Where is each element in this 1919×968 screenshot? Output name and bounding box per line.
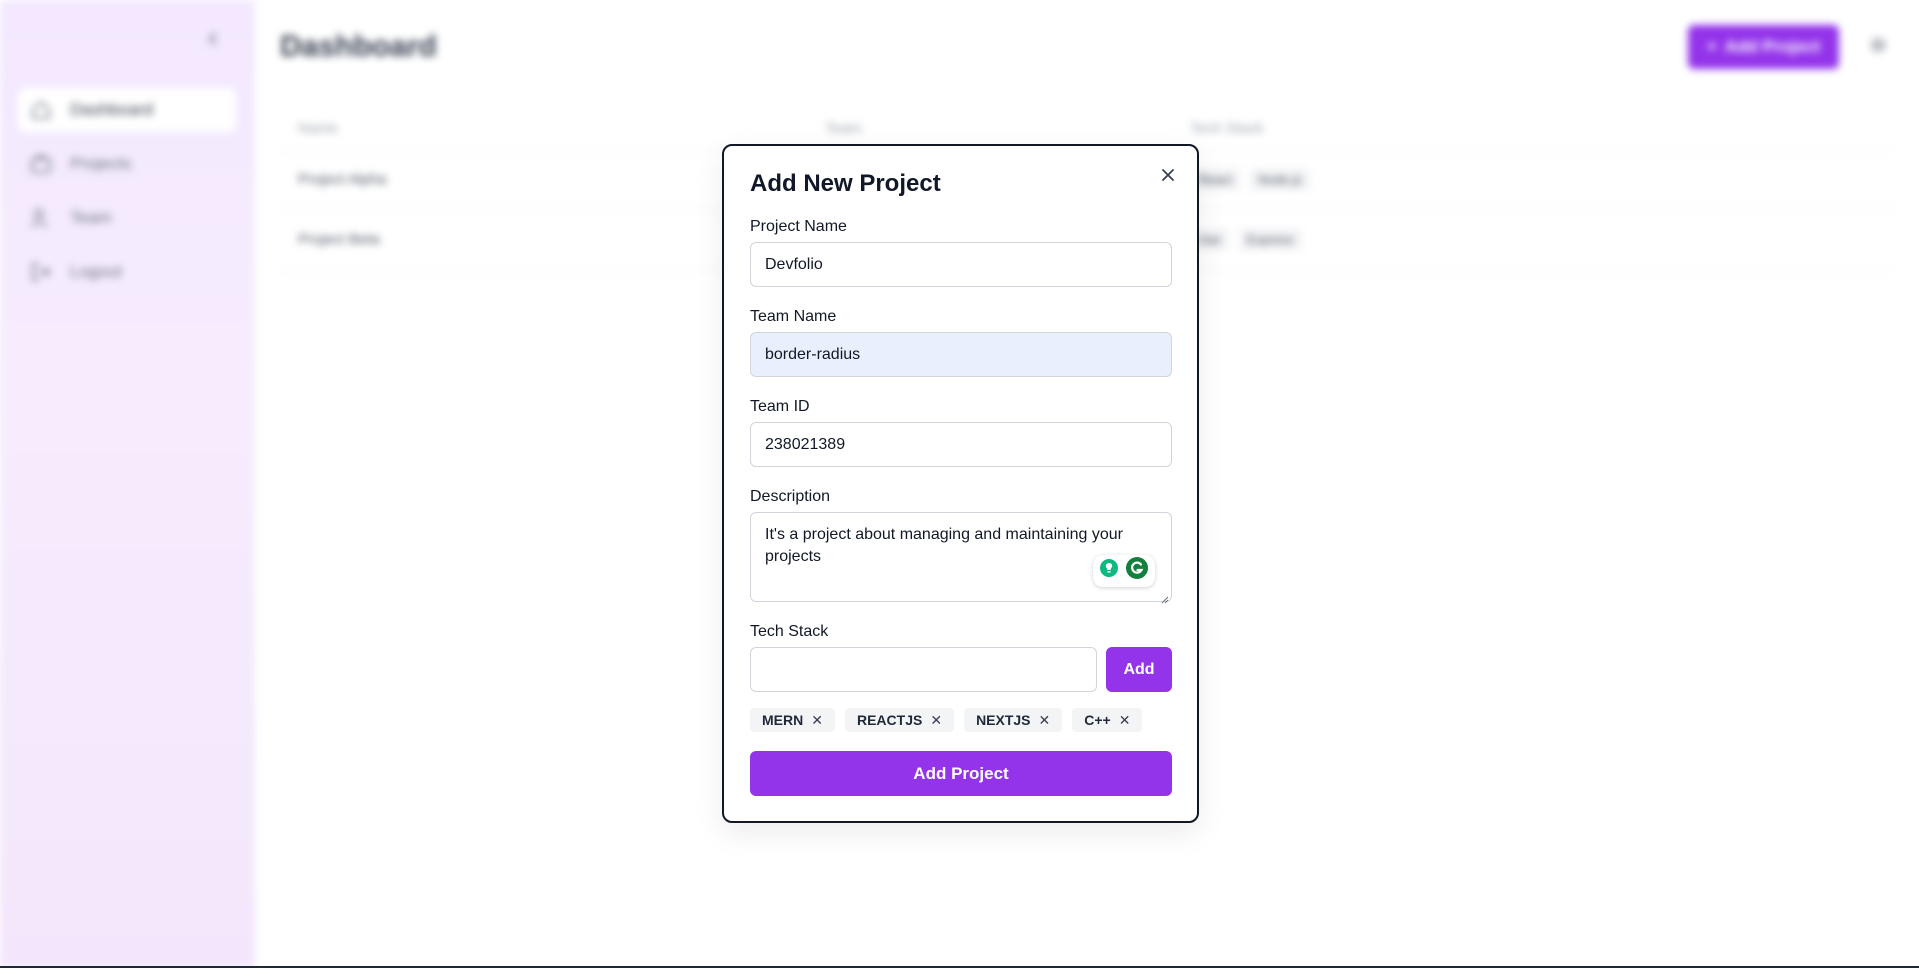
project-name-label: Project Name: [750, 218, 847, 235]
tech-chip-list: MERN ✕ REACTJS ✕ NEXTJS ✕ C++ ✕: [750, 708, 1143, 732]
tech-chip: REACTJS ✕: [844, 708, 955, 732]
remove-chip-icon[interactable]: ✕: [1119, 713, 1131, 727]
remove-chip-icon[interactable]: ✕: [811, 713, 823, 727]
add-project-button-label: Add Project: [1724, 37, 1821, 56]
home-icon: [28, 97, 54, 123]
team-id-field: Team ID 238021389: [750, 398, 1172, 467]
team-id-input[interactable]: 238021389: [750, 422, 1172, 467]
sidebar-item-projects[interactable]: Projects: [18, 142, 236, 186]
description-label: Description: [750, 488, 831, 505]
tech-chip: Node.js: [1249, 168, 1311, 191]
description-textarea[interactable]: It's a project about managing and mainta…: [750, 512, 1172, 604]
lightbulb-icon: [1099, 558, 1119, 585]
briefcase-icon: [28, 151, 54, 177]
plus-icon: +: [1706, 37, 1717, 56]
grammarly-icon: [1125, 556, 1149, 587]
tech-chip-label: NEXTJS: [976, 712, 1031, 728]
project-name-field: Project Name Devfolio: [750, 218, 1172, 287]
tech-stack-field: Tech Stack Add: [750, 623, 1172, 692]
description-field: Description It's a project about managin…: [750, 488, 1172, 604]
team-name-label: Team Name: [750, 308, 837, 325]
tech-stack-row: Add: [750, 647, 1172, 692]
column-header: Team: [825, 120, 862, 137]
modal-title: Add New Project: [750, 170, 941, 197]
sidebar-nav: Dashboard Projects Team Logout: [18, 88, 236, 304]
sidebar-item-label: Team: [70, 208, 112, 227]
add-tech-button[interactable]: Add: [1106, 647, 1172, 692]
sidebar-item-team[interactable]: Team: [18, 196, 236, 240]
sidebar-item-dashboard[interactable]: Dashboard: [18, 88, 236, 132]
tech-stack-input[interactable]: [750, 647, 1097, 692]
tech-chip: NEXTJS ✕: [964, 708, 1063, 732]
column-header: Name: [298, 120, 339, 137]
tech-stack-label: Tech Stack: [750, 623, 829, 640]
team-id-label: Team ID: [750, 398, 810, 415]
sidebar-item-logout[interactable]: Logout: [18, 250, 236, 294]
sidebar: Dashboard Projects Team Logout: [0, 0, 255, 968]
tech-cell: Vue Express: [1190, 228, 1894, 251]
page-title: Dashboard: [280, 30, 437, 63]
team-name-field: Team Name border-radius: [750, 308, 1172, 377]
tech-chip: MERN ✕: [750, 708, 835, 732]
add-project-modal: Add New Project Project Name Devfolio Te…: [722, 144, 1199, 823]
submit-add-project-button[interactable]: Add Project: [750, 751, 1172, 796]
column-header: Tech Stack: [1190, 120, 1264, 137]
remove-chip-icon[interactable]: ✕: [930, 713, 942, 727]
team-name-input[interactable]: border-radius: [750, 332, 1172, 377]
tech-chip-label: REACTJS: [856, 712, 923, 728]
grammarly-widget[interactable]: [1093, 555, 1155, 587]
logout-icon: [28, 259, 54, 285]
remove-chip-icon[interactable]: ✕: [1039, 713, 1051, 727]
project-name-input[interactable]: Devfolio: [750, 242, 1172, 287]
description-text: It's a project about managing and mainta…: [765, 526, 1123, 565]
tech-cell: React Node.js: [1190, 168, 1894, 191]
sidebar-item-label: Dashboard: [70, 100, 154, 119]
tech-chip: Express: [1238, 228, 1302, 251]
users-icon: [28, 205, 54, 231]
add-project-button[interactable]: + Add Project: [1688, 25, 1839, 69]
chevron-left-icon[interactable]: [202, 28, 224, 50]
gear-icon[interactable]: [1867, 34, 1889, 56]
sidebar-item-label: Projects: [70, 154, 132, 173]
close-icon[interactable]: [1157, 164, 1179, 186]
tech-chip-label: C++: [1084, 712, 1111, 728]
sidebar-item-label: Logout: [70, 262, 122, 281]
tech-chip-label: MERN: [762, 712, 804, 728]
tech-chip: C++ ✕: [1072, 708, 1143, 732]
resize-handle-icon[interactable]: [1159, 589, 1169, 604]
